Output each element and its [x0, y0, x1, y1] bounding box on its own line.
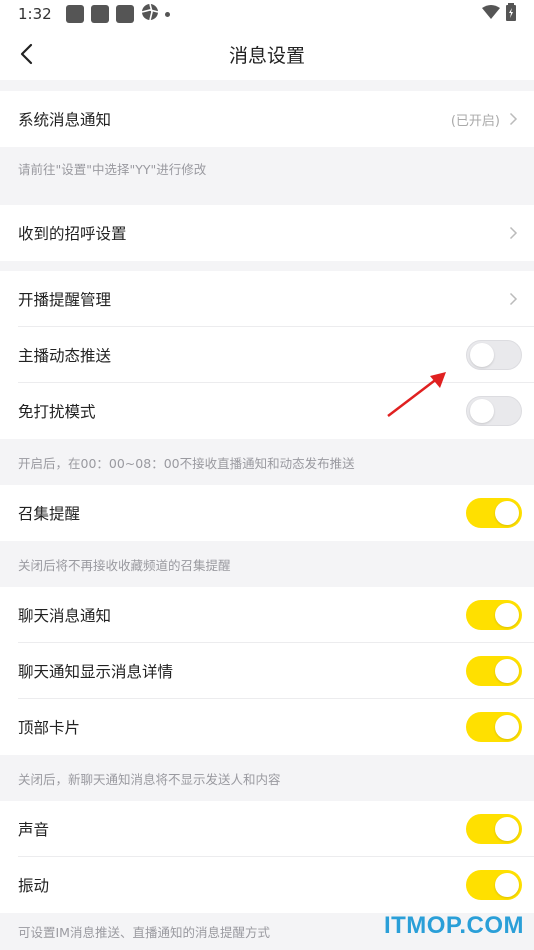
dnd-note: 开启后，在00：00~08：00不接收直播通知和动态发布推送: [18, 455, 355, 471]
system-notice-label: 系统消息通知: [18, 111, 112, 129]
notification-icon: [90, 5, 109, 23]
notification-icon: [115, 5, 134, 23]
vibrate-row: 振动: [0, 857, 534, 913]
toggle-knob: [495, 873, 519, 897]
toggle-knob: [495, 659, 519, 683]
toggle-knob: [495, 501, 519, 525]
chat-notice-toggle[interactable]: [466, 600, 522, 630]
system-notice-status: (已开启): [450, 113, 500, 129]
gather-toggle[interactable]: [466, 498, 522, 528]
status-time: 1:32: [18, 5, 52, 23]
chat-detail-label: 聊天通知显示消息详情: [18, 663, 174, 681]
dnd-toggle[interactable]: [466, 396, 522, 426]
top-card-row: 顶部卡片: [0, 699, 534, 755]
annotation-arrow-icon: [387, 372, 446, 417]
toggle-knob: [495, 817, 519, 841]
chevron-right-icon: [504, 224, 522, 242]
page-title: 消息设置: [228, 44, 305, 67]
top-card-label: 顶部卡片: [18, 719, 81, 737]
live-remind-row[interactable]: 开播提醒管理: [0, 271, 534, 327]
chevron-right-icon: [504, 290, 522, 308]
greeting-settings-row[interactable]: 收到的招呼设置: [0, 205, 534, 261]
chat-notice-row: 聊天消息通知: [0, 587, 534, 643]
top-card-toggle[interactable]: [466, 712, 522, 742]
vibrate-toggle[interactable]: [466, 870, 522, 900]
vibrate-label: 振动: [18, 877, 50, 895]
notification-icon: [65, 5, 84, 23]
watermark-logo: ITMOP.COM: [383, 912, 524, 939]
live-remind-label: 开播提醒管理: [18, 291, 112, 309]
sound-label: 声音: [18, 821, 50, 839]
anchor-push-row: 主播动态推送: [0, 327, 534, 383]
chat-note: 关闭后，新聊天通知消息将不显示发送人和内容: [18, 771, 281, 787]
anchor-push-label: 主播动态推送: [18, 347, 112, 365]
system-notice-note: 请前往"设置"中选择"YY"进行修改: [18, 161, 207, 177]
dnd-row: 免打扰模式: [0, 383, 534, 439]
gather-row: 召集提醒: [0, 485, 534, 541]
aperture-icon: [141, 3, 159, 25]
dnd-label: 免打扰模式: [18, 403, 96, 421]
toggle-knob: [470, 343, 494, 367]
anchor-push-toggle[interactable]: [466, 340, 522, 370]
sound-row: 声音: [0, 801, 534, 857]
toggle-knob: [495, 715, 519, 739]
greeting-settings-label: 收到的招呼设置: [18, 225, 127, 243]
gather-note: 关闭后将不再接收收藏频道的召集提醒: [18, 557, 231, 573]
chevron-right-icon: [504, 110, 522, 128]
battery-icon: [506, 3, 516, 25]
chevron-left-icon: [20, 43, 33, 65]
wifi-icon: [482, 5, 500, 23]
toggle-knob: [470, 399, 494, 423]
system-notice-row[interactable]: 系统消息通知 (已开启): [0, 91, 534, 147]
chat-notice-label: 聊天消息通知: [18, 607, 112, 625]
chat-detail-row: 聊天通知显示消息详情: [0, 643, 534, 699]
back-button[interactable]: [12, 40, 40, 68]
more-notifications-icon: [164, 11, 170, 17]
chat-detail-toggle[interactable]: [466, 656, 522, 686]
sound-toggle[interactable]: [466, 814, 522, 844]
status-bar: 1:32: [0, 0, 534, 28]
nav-bar: 消息设置: [0, 28, 534, 80]
toggle-knob: [495, 603, 519, 627]
gather-label: 召集提醒: [18, 505, 81, 523]
